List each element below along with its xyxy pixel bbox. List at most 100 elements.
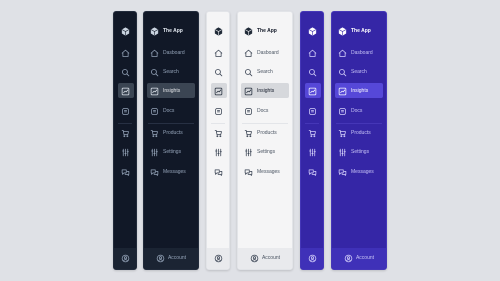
search-icon [150, 68, 159, 77]
nav-item-products[interactable]: Products [144, 126, 198, 140]
nav-item-dashboard[interactable]: Dasboard [238, 46, 292, 60]
nav-item-search[interactable]: Search [238, 65, 292, 79]
chart-icon [150, 87, 159, 96]
account-label: Account [355, 255, 375, 261]
nav-item-settings[interactable] [207, 145, 229, 159]
account-label: Account [261, 255, 281, 261]
user-circle-icon [214, 254, 223, 263]
account-footer[interactable]: Account [144, 248, 198, 269]
nav-divider [336, 123, 382, 124]
nav-item-insights[interactable] [207, 84, 229, 98]
nav-item-search[interactable]: Search [332, 65, 386, 79]
brand-row[interactable]: The App [238, 24, 292, 38]
nav-item-search[interactable] [207, 65, 229, 79]
nav-item-docs[interactable] [114, 104, 136, 118]
cart-icon [338, 129, 347, 138]
cart-icon [214, 129, 223, 138]
nav-item-products[interactable] [207, 126, 229, 140]
sliders-icon [338, 148, 347, 157]
search-icon [214, 68, 223, 77]
nav-item-settings[interactable]: Settings [144, 145, 198, 159]
brand-row[interactable] [301, 24, 323, 38]
nav-item-products[interactable]: Products [238, 126, 292, 140]
sidebar-collapsed-indigo [300, 11, 324, 270]
brand-row[interactable]: The App [144, 24, 198, 38]
app-title: The App [351, 27, 371, 34]
nav-item-search[interactable] [301, 65, 323, 79]
cube-icon [338, 26, 347, 36]
nav-item-dashboard[interactable]: Dasboard [144, 46, 198, 60]
sidebar-collapsed-light [206, 11, 230, 270]
nav-item-dashboard[interactable] [114, 46, 136, 60]
nav-label: Settings [351, 148, 370, 155]
nav-item-products[interactable] [301, 126, 323, 140]
account-footer[interactable] [207, 248, 229, 269]
app-title: The App [257, 27, 277, 34]
nav-item-search[interactable] [114, 65, 136, 79]
nav-item-insights[interactable]: Insights [144, 84, 198, 98]
sliders-icon [244, 148, 253, 157]
user-circle-icon [308, 254, 317, 263]
cube-icon [214, 26, 223, 36]
home-icon [214, 49, 223, 58]
nav-item-docs[interactable]: Docs [332, 104, 386, 118]
home-icon [338, 49, 347, 58]
user-circle-icon [250, 254, 259, 263]
docs-icon [150, 107, 159, 116]
account-footer[interactable]: Account [238, 248, 292, 269]
nav-label: Messages [163, 168, 186, 175]
nav-item-dashboard[interactable] [301, 46, 323, 60]
nav-label: Dasboard [257, 49, 279, 56]
sliders-icon [150, 148, 159, 157]
nav-item-search[interactable]: Search [144, 65, 198, 79]
nav-label: Products [163, 129, 183, 136]
search-icon [121, 68, 130, 77]
cart-icon [244, 129, 253, 138]
nav-label: Settings [257, 148, 276, 155]
brand-row[interactable] [207, 24, 229, 38]
nav-item-messages[interactable] [301, 165, 323, 179]
nav-item-docs[interactable]: Docs [238, 104, 292, 118]
docs-icon [214, 107, 223, 116]
nav-item-settings[interactable]: Settings [238, 145, 292, 159]
nav-item-messages[interactable]: Messages [238, 165, 292, 179]
nav-label: Insights [163, 87, 181, 94]
sliders-icon [308, 148, 317, 157]
nav-item-docs[interactable]: Docs [144, 104, 198, 118]
nav-item-settings[interactable]: Settings [332, 145, 386, 159]
nav-item-products[interactable] [114, 126, 136, 140]
brand-row[interactable] [114, 24, 136, 38]
nav-item-settings[interactable] [114, 145, 136, 159]
sidebar-expanded-light: The App Dasboard Search Insights Docs Pr… [237, 11, 293, 270]
search-icon [308, 68, 317, 77]
nav-item-dashboard[interactable] [207, 46, 229, 60]
home-icon [121, 49, 130, 58]
nav-divider [242, 123, 288, 124]
nav-label: Docs [257, 107, 269, 114]
nav-item-insights[interactable] [301, 84, 323, 98]
nav-item-insights[interactable] [114, 84, 136, 98]
nav-divider [211, 123, 225, 124]
account-footer[interactable] [114, 248, 136, 269]
account-footer[interactable] [301, 248, 323, 269]
nav-item-docs[interactable] [301, 104, 323, 118]
nav-item-dashboard[interactable]: Dasboard [332, 46, 386, 60]
nav-label: Insights [351, 87, 369, 94]
nav-item-messages[interactable] [207, 165, 229, 179]
nav-item-messages[interactable]: Messages [144, 165, 198, 179]
nav-item-insights[interactable]: Insights [238, 84, 292, 98]
nav-label: Settings [163, 148, 182, 155]
brand-row[interactable]: The App [332, 24, 386, 38]
nav-item-products[interactable]: Products [332, 126, 386, 140]
nav-label: Products [257, 129, 277, 136]
nav-item-messages[interactable]: Messages [332, 165, 386, 179]
messages-icon [338, 168, 347, 177]
messages-icon [150, 168, 159, 177]
nav-label: Search [351, 68, 367, 75]
nav-item-settings[interactable] [301, 145, 323, 159]
nav-item-messages[interactable] [114, 165, 136, 179]
nav-item-docs[interactable] [207, 104, 229, 118]
account-footer[interactable]: Account [332, 248, 386, 269]
chart-icon [308, 87, 317, 96]
nav-item-insights[interactable]: Insights [332, 84, 386, 98]
